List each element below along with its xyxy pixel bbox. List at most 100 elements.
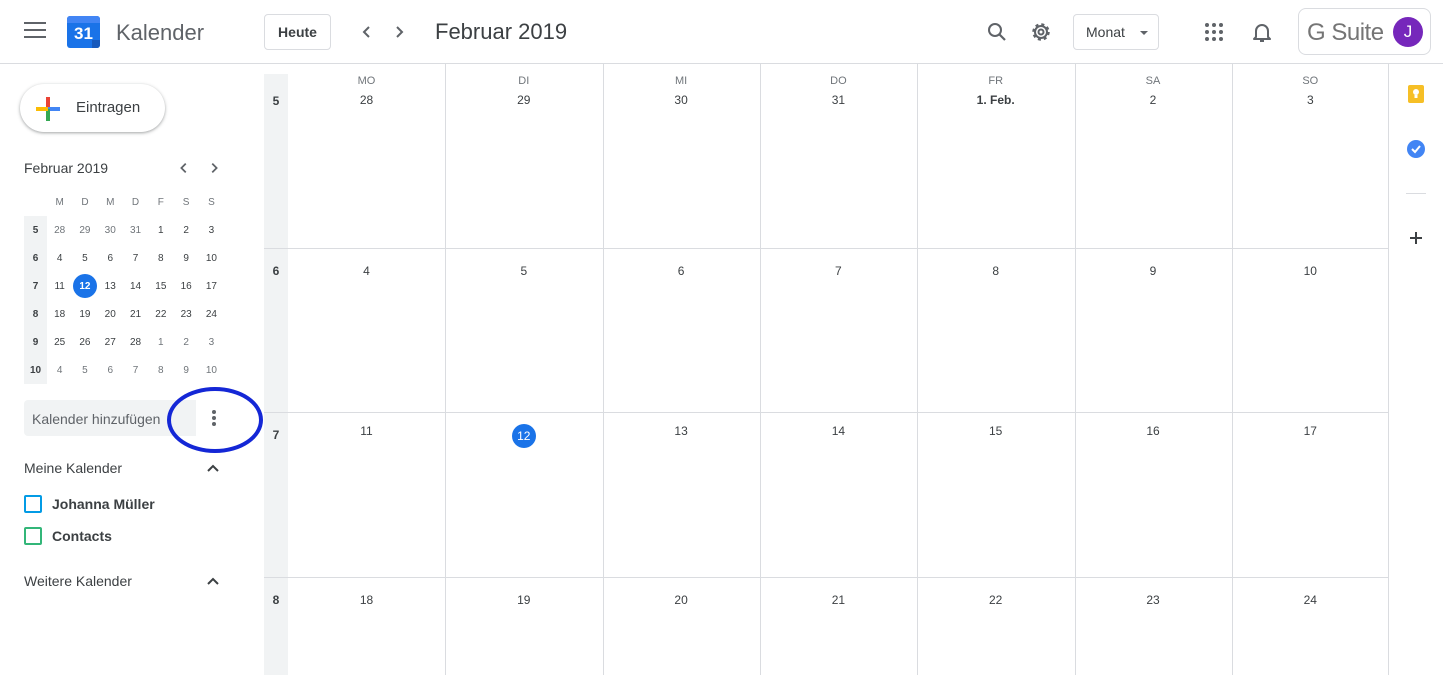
day-cell-number[interactable]: 6 — [603, 264, 760, 278]
chevron-up-icon[interactable] — [205, 573, 221, 589]
mini-day[interactable]: 25 — [47, 328, 72, 356]
day-cell-number[interactable]: 22 — [917, 593, 1074, 607]
mini-day[interactable]: 3 — [199, 216, 224, 244]
day-cell-number[interactable]: 11 — [288, 424, 445, 438]
calendar-logo-icon[interactable]: 31 — [67, 16, 100, 48]
mini-day[interactable]: 5 — [72, 356, 97, 384]
calendar-checkbox[interactable] — [24, 527, 42, 545]
mini-day[interactable]: 10 — [199, 244, 224, 272]
day-cell-number[interactable]: 13 — [603, 424, 760, 438]
day-cell-number[interactable]: 8 — [917, 264, 1074, 278]
mini-day[interactable]: 15 — [148, 272, 173, 300]
day-cell-number[interactable]: 20 — [603, 593, 760, 607]
calendar-item-contacts[interactable]: Contacts — [24, 526, 112, 546]
mini-day[interactable]: 27 — [98, 328, 123, 356]
today-button[interactable]: Heute — [264, 14, 331, 50]
mini-day[interactable]: 14 — [123, 272, 148, 300]
mini-day[interactable]: 24 — [199, 300, 224, 328]
mini-day[interactable]: 4 — [47, 244, 72, 272]
mini-day[interactable]: 16 — [173, 272, 198, 300]
calendar-checkbox[interactable] — [24, 495, 42, 513]
day-cell-number[interactable]: 1. Feb. — [917, 93, 1074, 107]
app-title[interactable]: Kalender — [116, 20, 204, 46]
day-cell-number[interactable]: 15 — [917, 424, 1074, 438]
mini-day[interactable]: 9 — [173, 356, 198, 384]
prev-month-button[interactable] — [355, 20, 379, 44]
mini-week-number[interactable]: 6 — [24, 244, 47, 272]
apps-grid-icon[interactable] — [1202, 20, 1226, 44]
mini-day[interactable]: 4 — [47, 356, 72, 384]
mini-day[interactable]: 1 — [148, 328, 173, 356]
day-cell-number[interactable]: 24 — [1232, 593, 1389, 607]
keep-icon[interactable] — [1406, 84, 1426, 104]
day-cell-number[interactable]: 12 — [445, 424, 602, 448]
mini-day[interactable]: 13 — [98, 272, 123, 300]
chevron-up-icon[interactable] — [205, 460, 221, 476]
settings-gear-icon[interactable] — [1029, 20, 1053, 44]
mini-day[interactable]: 10 — [199, 356, 224, 384]
mini-day[interactable]: 31 — [123, 216, 148, 244]
mini-day[interactable]: 21 — [123, 300, 148, 328]
search-icon[interactable] — [985, 20, 1009, 44]
mini-day[interactable]: 5 — [72, 244, 97, 272]
mini-day[interactable]: 2 — [173, 216, 198, 244]
day-cell-number[interactable]: 5 — [445, 264, 602, 278]
create-event-button[interactable]: Eintragen — [20, 84, 165, 132]
mini-day[interactable]: 28 — [47, 216, 72, 244]
day-cell-number[interactable]: 29 — [445, 93, 602, 107]
mini-week-number[interactable]: 8 — [24, 300, 47, 328]
mini-day[interactable]: 7 — [123, 244, 148, 272]
day-cell-number[interactable]: 3 — [1232, 93, 1389, 107]
mini-day[interactable]: 3 — [199, 328, 224, 356]
mini-day[interactable]: 8 — [148, 244, 173, 272]
view-selector-dropdown[interactable]: Monat — [1073, 14, 1159, 50]
mini-day[interactable]: 12 — [72, 272, 97, 300]
day-cell-number[interactable]: 23 — [1075, 593, 1232, 607]
next-month-button[interactable] — [387, 20, 411, 44]
day-cell-number[interactable]: 10 — [1232, 264, 1389, 278]
day-cell-number[interactable]: 19 — [445, 593, 602, 607]
mini-day[interactable]: 30 — [98, 216, 123, 244]
mini-week-number[interactable]: 7 — [24, 272, 47, 300]
day-cell-number[interactable]: 31 — [760, 93, 917, 107]
mini-day[interactable]: 11 — [47, 272, 72, 300]
mini-next-button[interactable] — [204, 158, 224, 178]
day-cell-number[interactable]: 7 — [760, 264, 917, 278]
other-calendars-title[interactable]: Weitere Kalender — [24, 573, 132, 589]
mini-day[interactable]: 18 — [47, 300, 72, 328]
mini-day[interactable]: 7 — [123, 356, 148, 384]
week-number[interactable]: 5 — [264, 94, 288, 108]
day-cell-number[interactable]: 2 — [1075, 93, 1232, 107]
day-cell-number[interactable]: 17 — [1232, 424, 1389, 438]
week-number[interactable]: 8 — [264, 593, 288, 607]
mini-week-number[interactable]: 9 — [24, 328, 47, 356]
week-number[interactable]: 6 — [264, 264, 288, 278]
calendar-item-johanna[interactable]: Johanna Müller — [24, 494, 155, 514]
day-cell-number[interactable]: 28 — [288, 93, 445, 107]
day-cell-number[interactable]: 16 — [1075, 424, 1232, 438]
day-cell-number[interactable]: 30 — [603, 93, 760, 107]
mini-prev-button[interactable] — [174, 158, 194, 178]
mini-day[interactable]: 1 — [148, 216, 173, 244]
account-switcher[interactable]: G Suite J — [1298, 8, 1431, 55]
week-number[interactable]: 7 — [264, 428, 288, 442]
day-cell-number[interactable]: 18 — [288, 593, 445, 607]
add-addon-plus-icon[interactable] — [1406, 228, 1426, 248]
mini-week-number[interactable]: 5 — [24, 216, 47, 244]
notifications-bell-icon[interactable] — [1250, 20, 1274, 44]
day-cell-number[interactable]: 14 — [760, 424, 917, 438]
mini-day[interactable]: 29 — [72, 216, 97, 244]
mini-day[interactable]: 6 — [98, 244, 123, 272]
mini-day[interactable]: 9 — [173, 244, 198, 272]
main-menu-icon[interactable] — [24, 22, 46, 40]
mini-day[interactable]: 26 — [72, 328, 97, 356]
mini-day[interactable]: 8 — [148, 356, 173, 384]
mini-day[interactable]: 6 — [98, 356, 123, 384]
avatar[interactable]: J — [1393, 17, 1423, 47]
mini-week-number[interactable]: 10 — [24, 356, 47, 384]
mini-day[interactable]: 2 — [173, 328, 198, 356]
tasks-icon[interactable] — [1406, 139, 1426, 159]
mini-day[interactable]: 20 — [98, 300, 123, 328]
mini-day[interactable]: 23 — [173, 300, 198, 328]
my-calendars-title[interactable]: Meine Kalender — [24, 460, 122, 476]
